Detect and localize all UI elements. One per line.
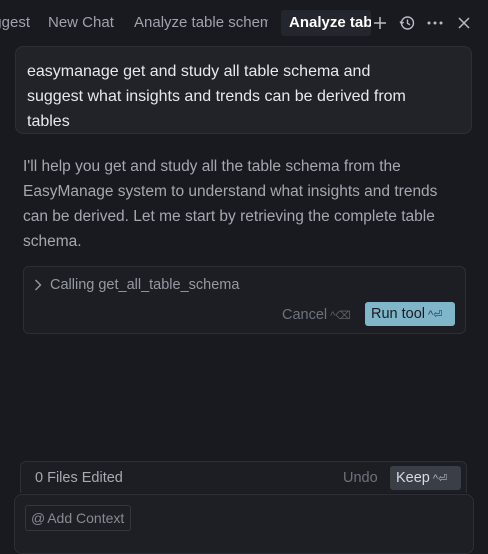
keep-shortcut: ^⏎ <box>432 473 448 485</box>
tab-new-chat-label: New Chat <box>48 14 114 31</box>
chat-tab-bar: Suggest New Chat Analyze table schema An… <box>0 0 488 46</box>
tab-analyze-table-label: Analyze table <box>289 14 371 31</box>
cancel-button-label: Cancel <box>282 307 328 323</box>
assistant-message-line-4: schema. <box>23 233 82 250</box>
assistant-message-line-3: can be derived. Let me start by retrievi… <box>23 208 435 225</box>
at-sign-icon: @ <box>31 510 46 526</box>
tab-analyze-table-schema[interactable]: Analyze table schema <box>134 10 268 36</box>
run-tool-shortcut: ^⏎ <box>428 309 443 321</box>
assistant-message-line-1: I'll help you get and study all the tabl… <box>23 158 401 175</box>
run-tool-button[interactable]: Run tool ^⏎ <box>365 302 455 326</box>
add-context-label: Add Context <box>47 510 125 526</box>
keep-button[interactable]: Keep ^⏎ <box>390 466 461 490</box>
tool-call-header[interactable]: Calling get_all_table_schema <box>34 277 239 293</box>
plus-icon[interactable] <box>370 12 390 34</box>
tool-call-label: Calling get_all_table_schema <box>50 277 240 293</box>
cancel-shortcut: ^⌫ <box>330 310 351 322</box>
user-message-line-3: tables <box>27 113 70 130</box>
user-message-line-1: easymanage get and study all table schem… <box>27 63 371 80</box>
keep-button-label: Keep <box>396 470 430 486</box>
chevron-right-icon[interactable] <box>34 279 42 291</box>
run-tool-button-label: Run tool <box>371 306 426 322</box>
user-message: easymanage get and study all table schem… <box>15 46 472 134</box>
tool-call-card: Calling get_all_table_schema Cancel ^⌫ Ru… <box>23 266 466 334</box>
assistant-message: I'll help you get and study all the tabl… <box>23 154 463 254</box>
history-icon[interactable] <box>397 12 417 34</box>
chat-composer[interactable]: @ Add Context <box>14 494 474 554</box>
files-edited-label: 0 Files Edited <box>35 470 123 486</box>
add-context-button[interactable]: @ Add Context <box>25 505 132 531</box>
undo-button[interactable]: Undo <box>343 470 378 486</box>
tab-analyze-table-schema-label: Analyze table schema <box>134 14 268 31</box>
tab-suggest-label: Suggest <box>0 14 30 31</box>
cancel-button[interactable]: Cancel ^⌫ <box>282 307 351 323</box>
more-icon[interactable] <box>425 12 445 34</box>
files-edited-bar: 0 Files Edited Undo Keep ^⏎ <box>20 461 467 493</box>
tab-suggest[interactable]: Suggest <box>0 10 30 36</box>
assistant-message-line-2: EasyManage system to understand what ins… <box>23 183 438 200</box>
close-icon[interactable] <box>454 12 474 34</box>
tab-analyze-table-active[interactable]: Analyze table <box>281 10 371 36</box>
tab-new-chat[interactable]: New Chat <box>48 10 118 36</box>
user-message-line-2: suggest what insights and trends can be … <box>27 88 406 105</box>
